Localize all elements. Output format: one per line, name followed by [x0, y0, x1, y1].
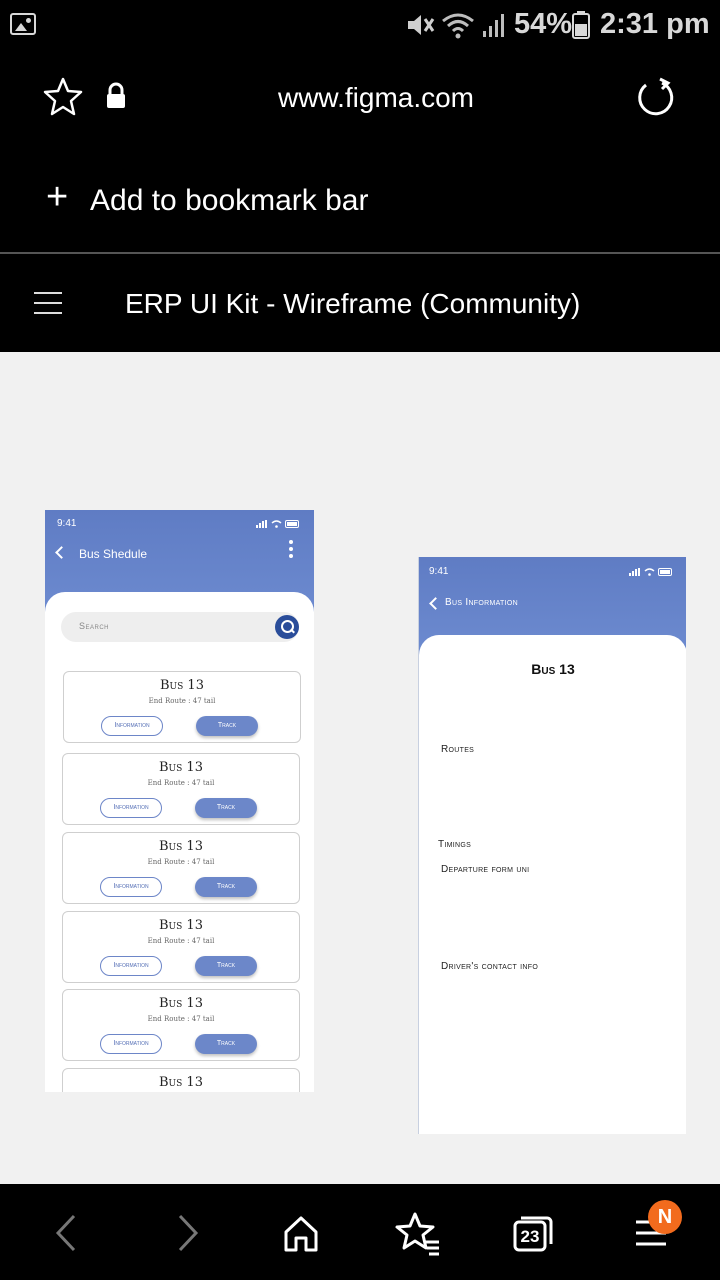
- information-button[interactable]: Information: [101, 716, 163, 736]
- reload-icon[interactable]: [636, 77, 676, 117]
- plus-icon: +: [46, 176, 69, 218]
- search-input[interactable]: Search: [79, 621, 109, 631]
- bus-card[interactable]: Bus 13 End Route : 47 tail Information T…: [62, 832, 300, 904]
- battery-percentage: 54%: [514, 8, 573, 40]
- mute-icon: [408, 15, 435, 35]
- end-route: End Route : 47 tail: [147, 1015, 215, 1023]
- content-sheet: [419, 635, 686, 1134]
- track-button[interactable]: Track: [195, 1034, 257, 1054]
- signal-icon: [483, 14, 504, 37]
- track-button[interactable]: Track: [195, 956, 257, 976]
- menu-badge: N: [648, 1200, 682, 1234]
- bookmarks-icon[interactable]: [393, 1208, 443, 1258]
- tabs-button[interactable]: 23: [507, 1208, 557, 1258]
- mini-battery-icon: [285, 520, 299, 528]
- information-button[interactable]: Information: [100, 877, 162, 897]
- driver-contact-label: Driver's contact info: [441, 961, 539, 972]
- bus-card[interactable]: Bus 13 End Route : 47 tail Information T…: [62, 753, 300, 825]
- search-bar[interactable]: Search: [61, 612, 299, 642]
- mini-signal-icon: [629, 568, 640, 576]
- mini-wifi-icon: [644, 568, 655, 576]
- information-button[interactable]: Information: [100, 798, 162, 818]
- hamburger-menu-icon[interactable]: [34, 292, 62, 314]
- bus-card[interactable]: Bus 13 End Route : 47 tail Information T…: [62, 989, 300, 1061]
- url-text[interactable]: www.figma.com: [0, 82, 720, 114]
- bus-name: Bus 13: [159, 996, 203, 1011]
- image-notification-icon: [10, 13, 36, 35]
- mini-signal-icon: [256, 520, 267, 528]
- frame-title: Bus Information: [445, 597, 518, 608]
- search-icon[interactable]: [275, 615, 299, 639]
- bus-card[interactable]: Bus 13: [62, 1068, 300, 1092]
- mini-clock: 9:41: [429, 566, 449, 577]
- departure-label: Departure form uni: [441, 864, 530, 875]
- bus-name: Bus 13: [160, 678, 204, 693]
- back-icon[interactable]: [55, 546, 68, 559]
- bus-name: Bus 13: [159, 760, 203, 775]
- more-options-icon[interactable]: [289, 540, 293, 561]
- mini-wifi-icon: [271, 520, 282, 528]
- end-route: End Route : 47 tail: [147, 937, 215, 945]
- mini-clock: 9:41: [57, 518, 77, 529]
- tab-count: 23: [520, 1227, 540, 1246]
- track-button[interactable]: Track: [196, 716, 258, 736]
- track-button[interactable]: Track: [195, 798, 257, 818]
- track-button[interactable]: Track: [195, 877, 257, 897]
- end-route: End Route : 47 tail: [147, 858, 215, 866]
- status-bar: 54% 2:31 pm: [0, 0, 720, 50]
- end-route: End Route : 47 tail: [148, 697, 216, 705]
- bus-name: Bus 13: [159, 1075, 203, 1090]
- status-icons: [405, 10, 509, 40]
- timings-label: Timings: [438, 839, 472, 850]
- bus-heading: Bus 13: [531, 661, 575, 677]
- information-button[interactable]: Information: [100, 956, 162, 976]
- bottom-navigation: 23: [0, 1184, 720, 1280]
- back-arrow-icon[interactable]: [42, 1208, 92, 1258]
- frame-title: Bus Shedule: [79, 547, 148, 561]
- battery-icon: [572, 11, 590, 39]
- figma-canvas[interactable]: 9:41 Bus Shedule Search Bus 13 End Route…: [0, 352, 720, 1184]
- information-button[interactable]: Information: [100, 1034, 162, 1054]
- bus-card[interactable]: Bus 13 End Route : 47 tail Information T…: [62, 911, 300, 983]
- mini-status-icons: [256, 520, 301, 528]
- bus-card[interactable]: Bus 13 End Route : 47 tail Information T…: [63, 671, 301, 743]
- add-bookmark-row[interactable]: + Add to bookmark bar: [0, 146, 720, 254]
- address-bar: www.figma.com: [0, 50, 720, 146]
- bus-name: Bus 13: [159, 918, 203, 933]
- routes-label: Routes: [441, 744, 475, 755]
- wifi-icon: [442, 13, 474, 39]
- file-title: ERP UI Kit - Wireframe (Community): [125, 288, 581, 319]
- mini-battery-icon: [658, 568, 672, 576]
- back-icon[interactable]: [429, 597, 442, 610]
- forward-arrow-icon[interactable]: [162, 1208, 212, 1258]
- figma-header: ERP UI Kit - Wireframe (Community): [0, 256, 720, 352]
- end-route: End Route : 47 tail: [147, 779, 215, 787]
- add-bookmark-label: Add to bookmark bar: [90, 184, 369, 217]
- frame-bus-schedule[interactable]: 9:41 Bus Shedule Search Bus 13 End Route…: [45, 510, 314, 1092]
- home-icon[interactable]: [276, 1208, 326, 1258]
- bus-name: Bus 13: [159, 839, 203, 854]
- clock: 2:31 pm: [600, 8, 710, 40]
- frame-bus-information[interactable]: 9:41 Bus Information Bus 13 Routes Timin…: [418, 557, 686, 1134]
- mini-status-icons: [629, 568, 674, 576]
